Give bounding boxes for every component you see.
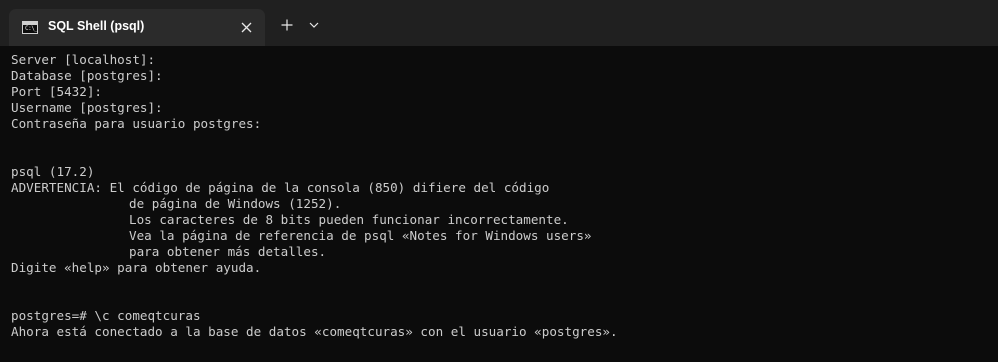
console-line: para obtener más detalles. <box>129 244 327 259</box>
console-line: Port [5432]: <box>11 84 102 99</box>
console-line: postgres=# \c comeqtcuras <box>11 308 201 323</box>
console-line: Contraseña para usuario postgres: <box>11 116 262 131</box>
console-line: Digite «help» para obtener ayuda. <box>11 260 262 275</box>
tab-dropdown-button[interactable] <box>303 14 325 36</box>
console-line: Username [postgres]: <box>11 100 163 115</box>
tab-sql-shell[interactable]: C:\_ SQL Shell (psql) <box>9 9 265 46</box>
new-tab-button[interactable] <box>276 14 298 36</box>
console-line: Ahora está conectado a la base de datos … <box>11 324 618 339</box>
console-line: psql (17.2) <box>11 164 95 179</box>
console-app-icon: C:\_ <box>22 21 38 34</box>
title-bar: C:\_ SQL Shell (psql) <box>0 0 998 46</box>
console-line: ADVERTENCIA: El código de página de la c… <box>11 180 550 195</box>
chevron-down-icon <box>309 22 319 28</box>
plus-icon <box>281 19 293 31</box>
close-icon <box>241 22 251 32</box>
console-line: Server [localhost]: <box>11 52 156 67</box>
console-line: Vea la página de referencia de psql «Not… <box>129 228 592 243</box>
console-line: de página de Windows (1252). <box>129 196 342 211</box>
close-tab-button[interactable] <box>235 16 257 38</box>
tab-title: SQL Shell (psql) <box>48 19 145 33</box>
console-line: Database [postgres]: <box>11 68 163 83</box>
console-line: Los caracteres de 8 bits pueden funciona… <box>129 212 569 227</box>
console-output[interactable]: Server [localhost]: Database [postgres]:… <box>0 46 998 362</box>
